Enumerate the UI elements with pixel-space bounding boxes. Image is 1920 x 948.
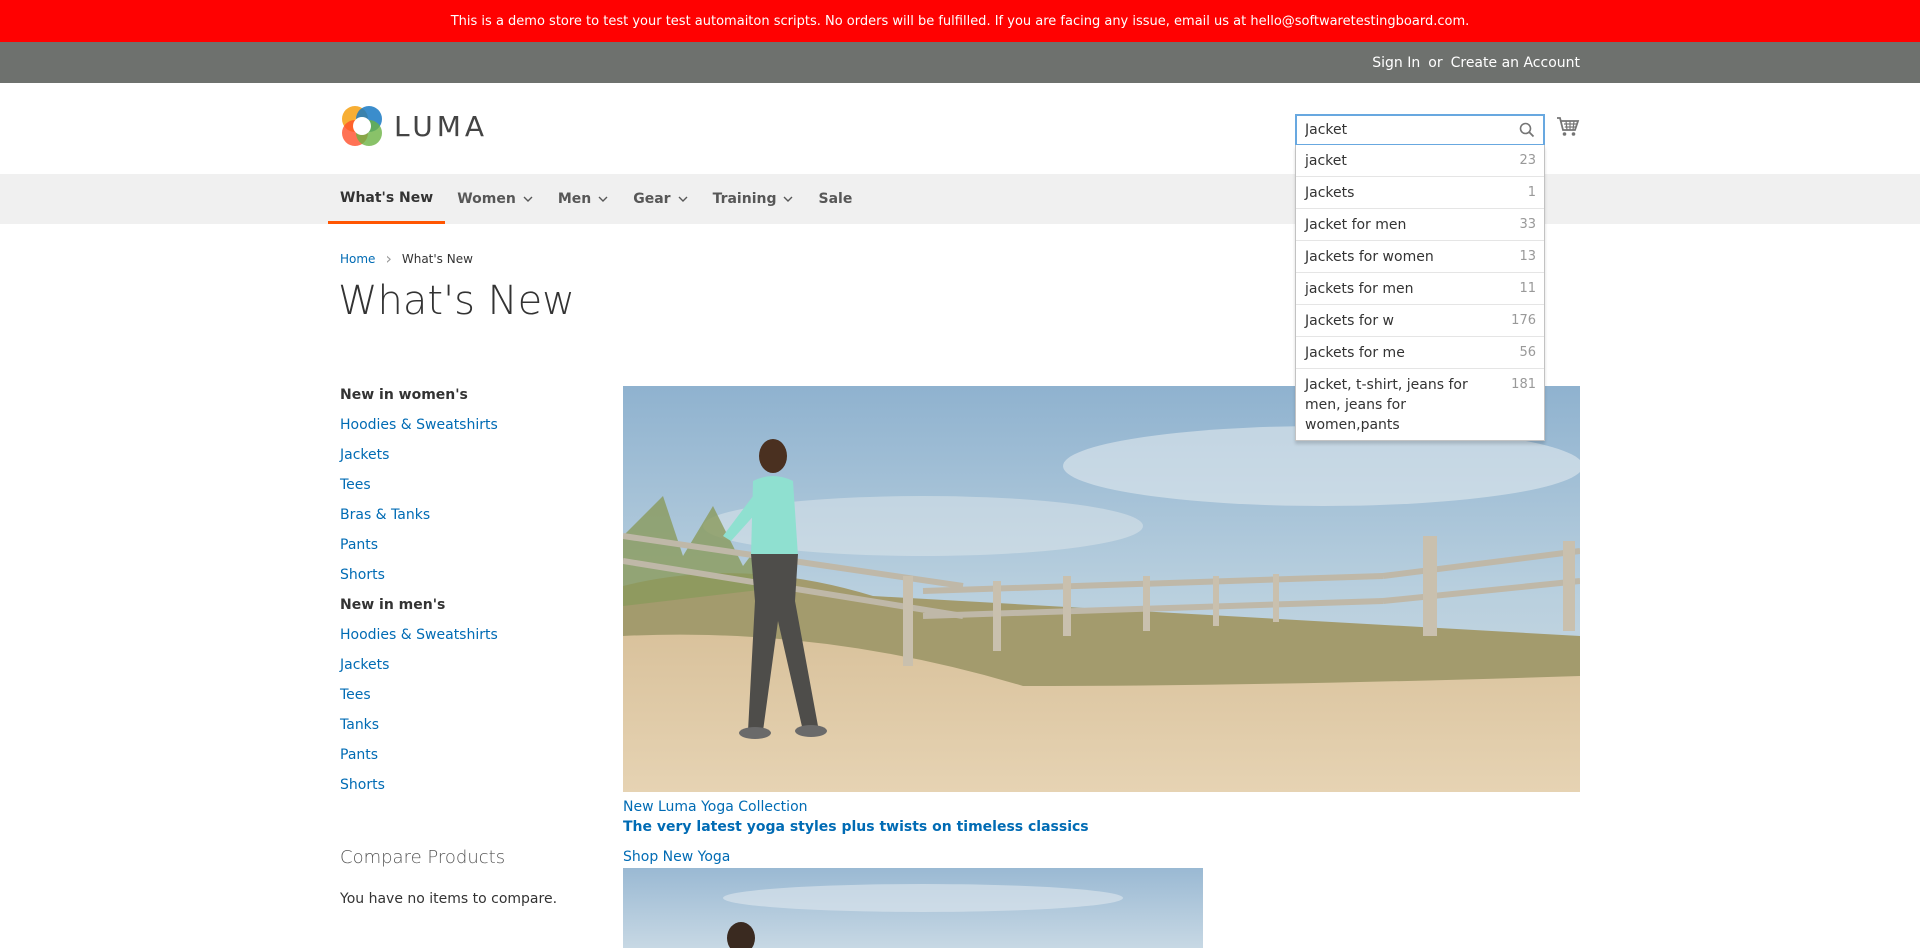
compare-products-title: Compare Products xyxy=(340,847,506,868)
sidebar-link[interactable]: Pants xyxy=(340,536,590,566)
secondary-promo-image[interactable] xyxy=(623,868,1203,948)
search-input[interactable] xyxy=(1297,116,1507,144)
sidebar-link[interactable]: Tees xyxy=(340,686,590,716)
autocomplete-count: 1 xyxy=(1527,185,1536,200)
demo-notice-text: This is a demo store to test your test a… xyxy=(450,13,1470,29)
autocomplete-item[interactable]: jackets for men 11 xyxy=(1296,272,1544,304)
nav-label: Training xyxy=(712,191,777,207)
sidebar-link[interactable]: Pants xyxy=(340,746,590,776)
panel-header: Sign In or Create an Account xyxy=(0,42,1920,83)
search-box xyxy=(1295,114,1545,146)
luma-logo-icon xyxy=(342,106,382,146)
nav-men[interactable]: Men xyxy=(546,174,621,224)
main-navigation: What's New Women Men Gear Training Sale xyxy=(0,174,1920,224)
autocomplete-term: Jackets xyxy=(1305,185,1355,201)
autocomplete-count: 181 xyxy=(1511,377,1536,392)
create-account-link[interactable]: Create an Account xyxy=(1451,55,1580,71)
autocomplete-item[interactable]: jacket 23 xyxy=(1296,145,1544,176)
page-title: What's New xyxy=(338,278,575,324)
secondary-illustration xyxy=(623,868,1203,948)
chevron-down-icon xyxy=(523,196,533,202)
compare-empty-text: You have no items to compare. xyxy=(340,891,558,907)
sign-in-link[interactable]: Sign In xyxy=(1372,55,1420,71)
autocomplete-item[interactable]: Jacket, t-shirt, jeans for men, jeans fo… xyxy=(1296,368,1544,440)
autocomplete-item[interactable]: Jackets 1 xyxy=(1296,176,1544,208)
or-text: or xyxy=(1428,54,1443,71)
breadcrumb-separator: › xyxy=(385,249,392,268)
nav-whats-new[interactable]: What's New xyxy=(328,174,446,224)
sidebar-link[interactable]: Hoodies & Sweatshirts xyxy=(340,626,590,656)
header-links: Sign In or Create an Account xyxy=(1372,42,1580,83)
nav-label: Gear xyxy=(633,191,671,207)
sidebar-link[interactable]: Jackets xyxy=(340,656,590,686)
autocomplete-term: jackets for men xyxy=(1305,281,1414,297)
nav-label: What's New xyxy=(340,189,434,206)
nav-women[interactable]: Women xyxy=(445,174,546,224)
autocomplete-item[interactable]: Jackets for women 13 xyxy=(1296,240,1544,272)
autocomplete-term: Jacket, t-shirt, jeans for men, jeans fo… xyxy=(1305,377,1468,433)
autocomplete-count: 13 xyxy=(1519,249,1536,264)
demo-notice: This is a demo store to test your test a… xyxy=(0,0,1920,42)
logo-text: LUMA xyxy=(394,109,489,143)
nav-label: Women xyxy=(457,191,516,207)
luma-logo[interactable]: LUMA xyxy=(340,104,488,148)
autocomplete-term: Jacket for men xyxy=(1305,217,1407,233)
chevron-down-icon xyxy=(783,196,793,202)
autocomplete-count: 11 xyxy=(1519,281,1536,296)
sidebar-heading-women: New in women's xyxy=(340,387,468,403)
breadcrumb-current: What's New xyxy=(401,251,473,266)
autocomplete-item[interactable]: Jackets for w 176 xyxy=(1296,304,1544,336)
hero-image-yoga[interactable] xyxy=(623,386,1580,792)
breadcrumb-home[interactable]: Home xyxy=(340,252,375,266)
sidebar-heading-men: New in men's xyxy=(340,597,446,613)
autocomplete-count: 56 xyxy=(1519,345,1536,360)
nav-label: Men xyxy=(557,191,592,207)
promo-collection-link[interactable]: New Luma Yoga Collection xyxy=(623,799,808,815)
chevron-down-icon xyxy=(678,196,688,202)
autocomplete-term: Jackets for women xyxy=(1305,249,1434,265)
breadcrumb: Home › What's New xyxy=(340,249,473,268)
promo-tagline-link[interactable]: The very latest yoga styles plus twists … xyxy=(623,819,1089,835)
autocomplete-count: 23 xyxy=(1519,153,1536,168)
shop-new-yoga-link[interactable]: Shop New Yoga xyxy=(623,849,730,865)
search-icon[interactable] xyxy=(1519,122,1535,138)
sidebar-categories: New in women's Hoodies & Sweatshirts Jac… xyxy=(340,386,590,806)
autocomplete-count: 33 xyxy=(1519,217,1536,232)
search-autocomplete: jacket 23 Jackets 1 Jacket for men 33 Ja… xyxy=(1295,145,1545,441)
sidebar-link[interactable]: Shorts xyxy=(340,776,590,806)
autocomplete-item[interactable]: Jacket for men 33 xyxy=(1296,208,1544,240)
sidebar-link[interactable]: Hoodies & Sweatshirts xyxy=(340,416,590,446)
sidebar-link[interactable]: Tees xyxy=(340,476,590,506)
nav-label: Sale xyxy=(818,191,853,207)
nav-gear[interactable]: Gear xyxy=(621,174,700,224)
autocomplete-count: 176 xyxy=(1511,313,1536,328)
sidebar-link[interactable]: Shorts xyxy=(340,566,590,596)
chevron-down-icon xyxy=(598,196,608,202)
autocomplete-item[interactable]: Jackets for me 56 xyxy=(1296,336,1544,368)
sidebar-link[interactable]: Tanks xyxy=(340,716,590,746)
autocomplete-term: Jackets for w xyxy=(1305,313,1395,329)
hero-illustration xyxy=(623,386,1580,792)
nav-training[interactable]: Training xyxy=(701,174,807,224)
autocomplete-term: jacket xyxy=(1305,153,1347,169)
cart-icon[interactable] xyxy=(1556,116,1580,138)
nav-sale[interactable]: Sale xyxy=(806,174,864,224)
sidebar-link[interactable]: Jackets xyxy=(340,446,590,476)
autocomplete-term: Jackets for me xyxy=(1305,345,1405,361)
sidebar-link[interactable]: Bras & Tanks xyxy=(340,506,590,536)
